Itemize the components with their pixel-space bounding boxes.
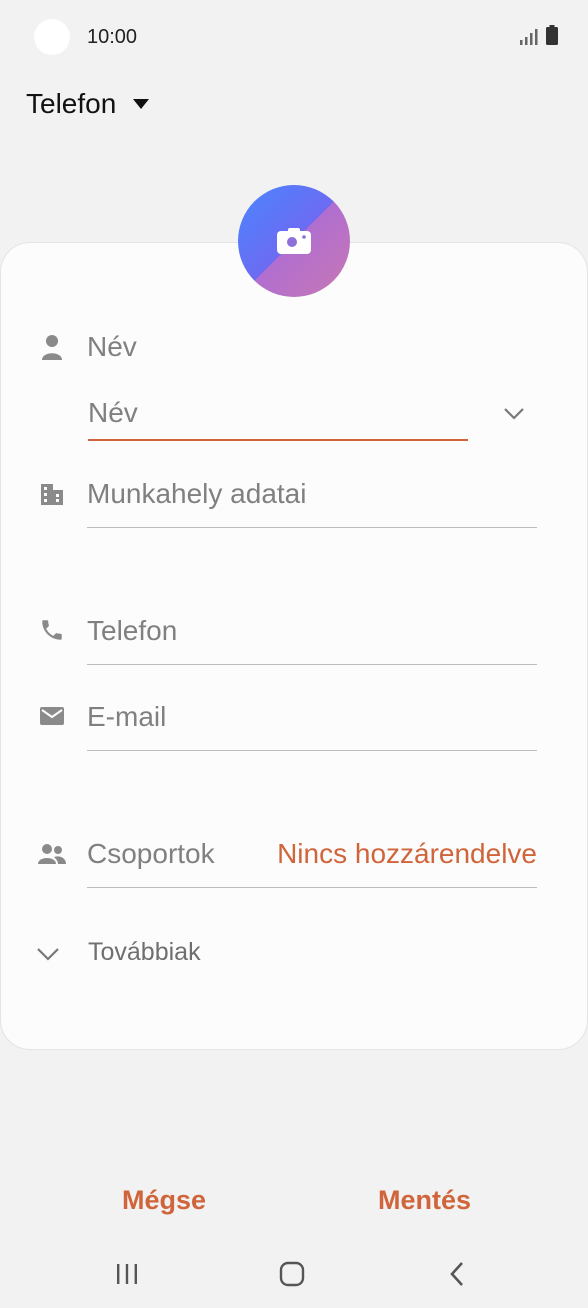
- email-underline: [87, 750, 537, 751]
- battery-icon: [546, 25, 558, 45]
- building-icon: [38, 480, 66, 508]
- back-icon: [450, 1262, 463, 1286]
- name-input-underline: [88, 439, 468, 441]
- save-button[interactable]: Mentés: [378, 1185, 471, 1216]
- camera-cutout: [34, 19, 70, 55]
- dropdown-arrow-icon: [133, 99, 150, 109]
- more-fields-label: Továbbiak: [88, 938, 201, 966]
- email-icon: [38, 702, 66, 730]
- phone-underline: [87, 664, 537, 665]
- home-icon: [279, 1261, 305, 1287]
- phone-icon: [38, 616, 66, 644]
- groups-field[interactable]: Csoportok Nincs hozzárendelve: [87, 833, 537, 889]
- more-fields-button[interactable]: Továbbiak: [34, 936, 234, 972]
- cancel-button[interactable]: Mégse: [122, 1185, 206, 1216]
- account-selector[interactable]: Telefon: [26, 88, 150, 120]
- signal-icon: [520, 29, 538, 45]
- phone-input[interactable]: Telefon: [87, 615, 177, 647]
- groups-value: Nincs hozzárendelve: [277, 838, 537, 869]
- groups-underline: [87, 887, 537, 888]
- home-button[interactable]: [272, 1258, 312, 1290]
- chevron-down-icon: [37, 948, 59, 961]
- expand-name-button[interactable]: [500, 400, 528, 428]
- groups-icon: [38, 840, 66, 868]
- back-button[interactable]: [437, 1258, 477, 1290]
- status-time: 10:00: [87, 26, 138, 48]
- person-icon: [38, 333, 66, 361]
- work-info-input[interactable]: Munkahely adatai: [87, 478, 306, 510]
- status-icons: [520, 25, 558, 45]
- work-info-underline: [87, 527, 537, 528]
- account-label: Telefon: [26, 88, 117, 119]
- recent-apps-icon: [117, 1264, 137, 1284]
- email-input[interactable]: E-mail: [87, 701, 166, 733]
- name-input[interactable]: Név: [88, 397, 138, 429]
- groups-label: Csoportok: [87, 838, 215, 869]
- status-bar: 10:00: [0, 0, 588, 74]
- add-photo-button[interactable]: [238, 185, 350, 297]
- camera-icon: [277, 228, 311, 254]
- chevron-down-icon: [504, 408, 524, 420]
- recent-apps-button[interactable]: [107, 1258, 147, 1290]
- name-section-label: Név: [87, 331, 137, 362]
